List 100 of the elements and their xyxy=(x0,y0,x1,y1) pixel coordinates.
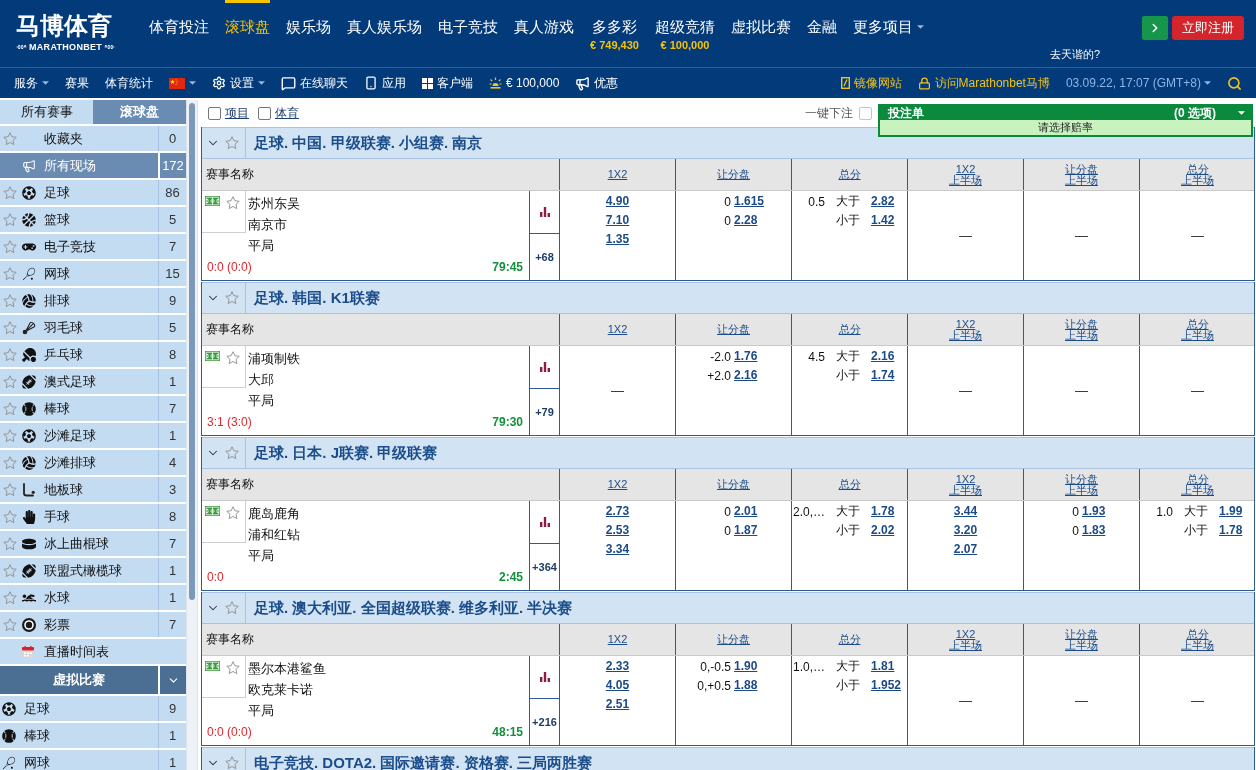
datetime-selector[interactable]: 03.09.22, 17:07 (GMT+8) xyxy=(1065,75,1211,91)
odds-link[interactable]: 2.28 xyxy=(734,211,758,230)
odds-link[interactable]: 4.05 xyxy=(605,676,630,695)
column-heading[interactable]: 总分 上半场 xyxy=(1181,628,1214,651)
more-markets-link[interactable]: +68 xyxy=(535,251,554,263)
sidebar-item[interactable]: 排球 9 xyxy=(0,288,186,313)
odds-link[interactable]: 2.01 xyxy=(734,502,758,521)
star-icon[interactable] xyxy=(3,482,17,497)
league-title[interactable]: 足球. 韩国. K1联赛 xyxy=(246,283,380,313)
toolbar-link[interactable]: € 100,000 xyxy=(489,75,560,91)
star-icon[interactable] xyxy=(225,756,239,770)
column-heading[interactable]: 1X2 xyxy=(607,479,628,490)
star-icon[interactable] xyxy=(3,590,17,605)
checkbox[interactable] xyxy=(208,107,221,120)
nav-link[interactable]: 多多彩 xyxy=(591,0,637,37)
go-button[interactable] xyxy=(1142,16,1168,40)
filter-link[interactable]: 体育 xyxy=(275,105,299,122)
star-icon[interactable] xyxy=(3,347,17,362)
column-heading[interactable]: 总分 xyxy=(838,324,861,335)
odds-link[interactable]: 2.53 xyxy=(605,521,630,540)
column-heading[interactable]: 让分盘 xyxy=(717,479,750,490)
league-title[interactable]: 足球. 澳大利亚. 全国超级联赛. 维多利亚. 半决赛 xyxy=(246,593,573,623)
odds-link[interactable]: 2.07 xyxy=(953,540,978,559)
odds-link[interactable]: 2.16 xyxy=(734,366,758,385)
sidebar-item[interactable]: 直播时间表 xyxy=(0,639,186,664)
column-heading[interactable]: 1X2 上半场 xyxy=(949,473,982,496)
odds-link[interactable]: 1.76 xyxy=(734,347,758,366)
league-title[interactable]: 足球. 日本. J联赛. 甲级联赛 xyxy=(246,438,438,468)
odds-link[interactable]: 2.33 xyxy=(605,657,630,676)
toolbar-link[interactable]: 服务 xyxy=(14,75,49,91)
odds-link[interactable]: 1.87 xyxy=(734,521,758,540)
toolbar-link[interactable]: 设置 xyxy=(212,75,265,91)
column-heading[interactable]: 1X2 上半场 xyxy=(949,163,982,186)
odds-link[interactable]: 3.20 xyxy=(953,521,978,540)
star-icon[interactable] xyxy=(3,266,17,281)
sidebar-item[interactable]: 冰上曲棍球 7 xyxy=(0,531,186,556)
sidebar-item[interactable]: 棒球 7 xyxy=(0,396,186,421)
column-heading[interactable]: 总分 上半场 xyxy=(1181,163,1214,186)
odds-link[interactable]: 1.42 xyxy=(871,211,895,230)
star-icon[interactable] xyxy=(225,601,239,615)
scrollbar-thumb[interactable] xyxy=(189,103,195,600)
nav-link[interactable]: 虚拟比赛 xyxy=(730,0,791,37)
odds-link[interactable]: 1.78 xyxy=(871,502,895,521)
toolbar-link[interactable]: 在线聊天 xyxy=(281,75,348,91)
nav-link[interactable]: 滚球盘 xyxy=(225,0,270,37)
sidebar-item[interactable]: 网球 1 xyxy=(0,750,186,770)
toolbar-link[interactable]: 应用 xyxy=(364,75,406,91)
sidebar-item[interactable]: 澳式足球 1 xyxy=(0,369,186,394)
odds-link[interactable]: 1.615 xyxy=(734,192,765,211)
star-icon[interactable] xyxy=(3,185,17,200)
toolbar-link[interactable]: 优惠 xyxy=(575,75,619,91)
league-title[interactable]: 足球. 中国. 甲级联赛. 小组赛. 南京 xyxy=(246,128,483,158)
star-icon[interactable] xyxy=(3,131,17,146)
odds-link[interactable]: 2.51 xyxy=(605,695,630,714)
odds-link[interactable]: 1.99 xyxy=(1219,502,1243,521)
nav-link[interactable]: 真人娱乐场 xyxy=(347,0,422,37)
sidebar-item[interactable]: 地板球 3 xyxy=(0,477,186,502)
toolbar-link[interactable]: 访问Marathonbet马博 xyxy=(917,75,1050,91)
search-icon[interactable] xyxy=(1227,75,1242,91)
nav-link[interactable]: 电子竞技 xyxy=(438,0,498,37)
odds-link[interactable]: 3.34 xyxy=(605,540,630,559)
column-heading[interactable]: 1X2 上半场 xyxy=(949,628,982,651)
nav-link[interactable]: 金融 xyxy=(806,0,837,37)
column-heading[interactable]: 让分盘 xyxy=(717,169,750,180)
checkbox[interactable] xyxy=(859,107,872,120)
toolbar-link[interactable]: 客户端 xyxy=(422,75,473,91)
nav-link[interactable]: 超级竞猜 xyxy=(654,0,715,37)
star-icon[interactable] xyxy=(226,506,240,520)
sidebar-item[interactable]: 棒球 1 xyxy=(0,723,186,748)
star-icon[interactable] xyxy=(225,291,239,305)
logo-title[interactable]: 马博体育 xyxy=(16,11,112,40)
filter-link[interactable]: 项目 xyxy=(225,105,249,122)
star-icon[interactable] xyxy=(226,661,240,675)
nav-link[interactable]: 体育投注 xyxy=(149,0,209,37)
odds-link[interactable]: 4.90 xyxy=(605,192,630,211)
scrollbar[interactable] xyxy=(186,100,198,770)
bar-chart-icon[interactable] xyxy=(539,672,550,682)
toolbar-link[interactable]: 镜像网站 xyxy=(840,75,902,91)
odds-link[interactable]: 1.78 xyxy=(1219,521,1243,540)
column-heading[interactable]: 1X2 xyxy=(607,634,628,645)
star-icon[interactable] xyxy=(3,536,17,551)
sidebar-item[interactable]: 沙滩足球 1 xyxy=(0,423,186,448)
more-markets-link[interactable]: +364 xyxy=(532,561,557,573)
star-icon[interactable] xyxy=(3,563,17,578)
star-icon[interactable] xyxy=(226,351,240,365)
odds-link[interactable]: 7.10 xyxy=(605,211,630,230)
star-icon[interactable] xyxy=(3,239,17,254)
odds-link[interactable]: 1.81 xyxy=(871,657,895,676)
column-heading[interactable]: 总分 xyxy=(838,634,861,645)
more-markets-link[interactable]: +216 xyxy=(532,716,557,728)
odds-link[interactable]: 2.02 xyxy=(871,521,895,540)
sidebar-item[interactable]: 篮球 5 xyxy=(0,207,186,232)
sidebar-tab[interactable]: 滚球盘 xyxy=(93,100,186,124)
odds-link[interactable]: 1.88 xyxy=(734,676,758,695)
odds-link[interactable]: 1.74 xyxy=(871,366,895,385)
sidebar-item[interactable]: 乒乓球 8 xyxy=(0,342,186,367)
star-icon[interactable] xyxy=(3,509,17,524)
register-button[interactable]: 立即注册 xyxy=(1172,16,1244,40)
star-icon[interactable] xyxy=(3,401,17,416)
sidebar-item[interactable]: 所有现场 172 xyxy=(0,153,186,178)
